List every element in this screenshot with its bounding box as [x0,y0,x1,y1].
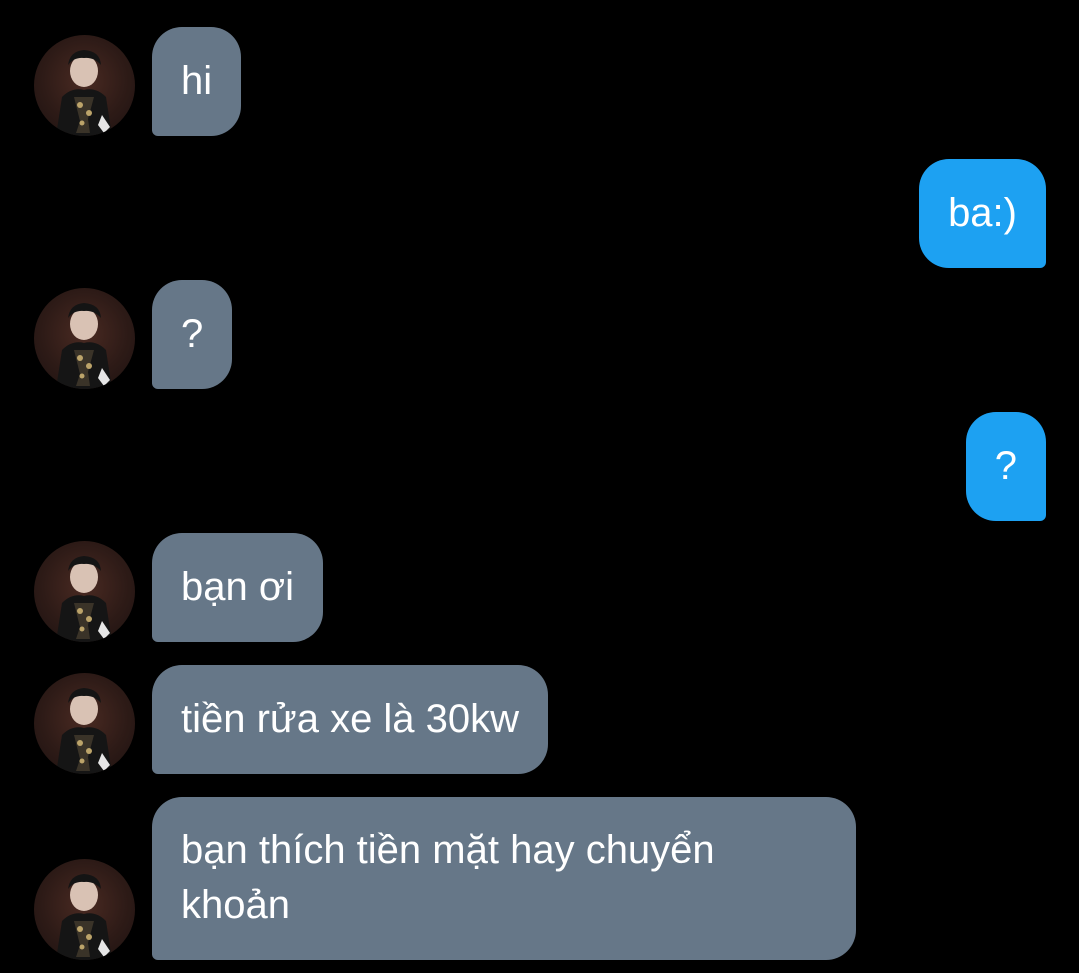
message-bubble-incoming[interactable]: bạn thích tiền mặt hay chuyển khoản [152,797,856,960]
contact-avatar[interactable] [34,541,135,642]
message-bubble-incoming[interactable]: bạn ơi [152,533,323,642]
message-bubble-incoming[interactable]: tiền rửa xe là 30kw [152,665,549,774]
message-bubble-outgoing[interactable]: ? [965,412,1046,521]
contact-avatar[interactable] [34,35,135,136]
person-avatar-icon [56,556,112,642]
person-avatar-icon [56,303,112,389]
message-bubble-incoming[interactable]: hi [152,27,242,136]
message-bubble-incoming[interactable]: ? [152,280,233,389]
person-avatar-icon [56,874,112,960]
contact-avatar[interactable] [34,288,135,389]
contact-avatar[interactable] [34,859,135,960]
person-avatar-icon [56,688,112,774]
contact-avatar[interactable] [34,673,135,774]
person-avatar-icon [56,50,112,136]
message-bubble-outgoing[interactable]: ba:) [919,159,1046,268]
